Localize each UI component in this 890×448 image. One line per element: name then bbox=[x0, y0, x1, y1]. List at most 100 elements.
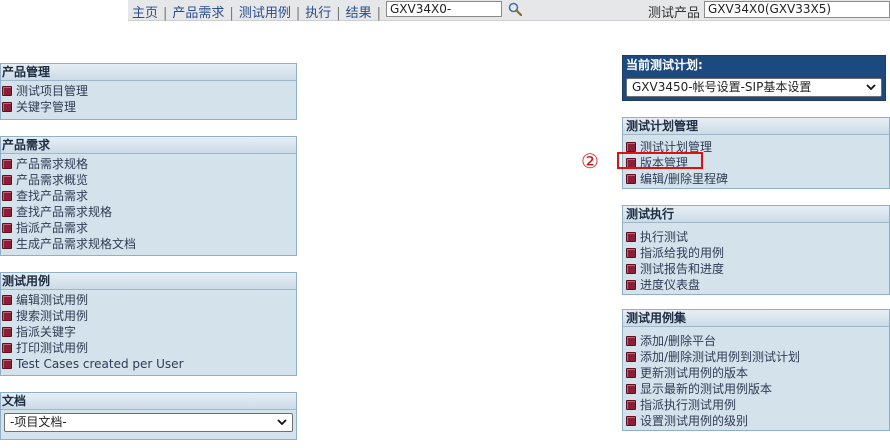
bullet-icon bbox=[626, 384, 636, 394]
bullet-icon bbox=[626, 142, 636, 152]
list-item: 搜索测试用例 bbox=[1, 308, 296, 324]
nav-requirements-link[interactable]: 产品需求 bbox=[172, 6, 224, 21]
nav-separator: | bbox=[336, 6, 341, 21]
requirements-panel: 产品需求 产品需求规格 产品需求概览 查找产品需求 查找产品需求规格 指派产品需… bbox=[0, 136, 297, 256]
highlight-box bbox=[617, 152, 703, 169]
nav-results-link[interactable]: 结果 bbox=[346, 6, 372, 21]
list-item: 进度仪表盘 bbox=[623, 277, 889, 293]
search-icon[interactable] bbox=[508, 2, 522, 16]
bullet-icon bbox=[2, 159, 12, 169]
product-label: 测试产品 bbox=[648, 6, 701, 21]
bullet-icon bbox=[626, 232, 636, 242]
bullet-icon bbox=[626, 368, 636, 378]
list-item: 显示最新的测试用例版本 bbox=[623, 381, 889, 397]
bullet-icon bbox=[2, 86, 12, 96]
list-item: 关键字管理 bbox=[1, 99, 296, 115]
list-item: 指派关键字 bbox=[1, 324, 296, 340]
bullet-icon bbox=[2, 295, 12, 305]
bullet-icon bbox=[2, 191, 12, 201]
panel-title: 文档 bbox=[1, 393, 296, 410]
menu-link-execute-tests[interactable]: 执行测试 bbox=[640, 230, 688, 244]
bullet-icon bbox=[2, 239, 12, 249]
list-item: 测试报告和进度 bbox=[623, 261, 889, 277]
nav-separator: | bbox=[376, 6, 382, 21]
menu-link-requirement-overview[interactable]: 产品需求概览 bbox=[16, 173, 88, 187]
nav-home-link[interactable]: 主页 bbox=[132, 6, 158, 21]
menu-link-assign-requirement[interactable]: 指派产品需求 bbox=[16, 221, 88, 235]
chevron-down-icon bbox=[866, 84, 876, 91]
menu-link-testcases-per-user[interactable]: Test Cases created per User bbox=[16, 357, 184, 371]
menu-link-generate-requirement-doc[interactable]: 生成产品需求规格文档 bbox=[16, 237, 136, 251]
menu-link-set-testcase-priority[interactable]: 设置测试用例的级别 bbox=[640, 414, 748, 428]
bullet-icon bbox=[626, 400, 636, 410]
panel-title: 测试用例集 bbox=[623, 310, 889, 327]
project-docs-select[interactable]: -项目文档- bbox=[4, 413, 293, 432]
documents-panel: 文档 -项目文档- bbox=[0, 392, 297, 440]
testcase-search-input[interactable]: GXV34X0- bbox=[386, 1, 502, 17]
execution-panel: 测试执行 执行测试 指派给我的用例 测试报告和进度 进度仪表盘 bbox=[622, 205, 890, 295]
panel-title: 当前测试计划: bbox=[626, 58, 703, 72]
menu-link-update-testcase-version[interactable]: 更新测试用例的版本 bbox=[640, 366, 748, 380]
bullet-icon bbox=[2, 327, 12, 337]
list-item: 添加/删除平台 bbox=[623, 333, 889, 349]
nav-testcases-link[interactable]: 测试用例 bbox=[239, 6, 291, 21]
nav-separator: | bbox=[229, 6, 234, 21]
nav-execution-link[interactable]: 执行 bbox=[305, 6, 331, 21]
list-item: 指派给我的用例 bbox=[623, 245, 889, 261]
list-item: 编辑测试用例 bbox=[1, 292, 296, 308]
bullet-icon bbox=[2, 175, 12, 185]
menu-link-dashboard[interactable]: 进度仪表盘 bbox=[640, 278, 700, 292]
bullet-icon bbox=[626, 336, 636, 346]
menu-link-add-remove-testcase-to-plan[interactable]: 添加/删除测试用例到测试计划 bbox=[640, 350, 800, 364]
chevron-down-icon bbox=[277, 419, 287, 426]
menu-link-show-latest-version[interactable]: 显示最新的测试用例版本 bbox=[640, 382, 772, 396]
select-value: GXV3450-帐号设置-SIP基本设置 bbox=[632, 80, 812, 94]
menu-link-assign-execution[interactable]: 指派执行测试用例 bbox=[640, 398, 736, 412]
list-item: 编辑/删除里程碑 bbox=[623, 171, 889, 187]
bullet-icon bbox=[626, 280, 636, 290]
list-item: 测试项目管理 bbox=[1, 83, 296, 99]
panel-title: 产品管理 bbox=[1, 64, 296, 81]
list-item: 产品需求规格 bbox=[1, 156, 296, 172]
product-management-panel: 产品管理 测试项目管理 关键字管理 bbox=[0, 63, 297, 120]
menu-link-edit-testcase[interactable]: 编辑测试用例 bbox=[16, 293, 88, 307]
menu-link-find-requirement[interactable]: 查找产品需求 bbox=[16, 189, 88, 203]
menu-link-add-remove-platform[interactable]: 添加/删除平台 bbox=[640, 334, 716, 348]
current-plan-panel: 当前测试计划: GXV3450-帐号设置-SIP基本设置 bbox=[622, 55, 886, 101]
panel-title: 测试用例 bbox=[1, 273, 296, 290]
bullet-icon bbox=[2, 311, 12, 321]
list-item: 添加/删除测试用例到测试计划 bbox=[623, 349, 889, 365]
list-item: 更新测试用例的版本 bbox=[623, 365, 889, 381]
menu-link-find-requirement-spec[interactable]: 查找产品需求规格 bbox=[16, 205, 112, 219]
list-item: 设置测试用例的级别 bbox=[623, 413, 889, 429]
list-item: Test Cases created per User bbox=[1, 356, 296, 372]
menu-link-keyword-management[interactable]: 关键字管理 bbox=[16, 100, 76, 114]
menu-link-search-testcase[interactable]: 搜索测试用例 bbox=[16, 309, 88, 323]
bullet-icon bbox=[2, 343, 12, 353]
menu-link-edit-milestone[interactable]: 编辑/删除里程碑 bbox=[640, 172, 728, 186]
list-item: 生成产品需求规格文档 bbox=[1, 236, 296, 252]
list-item: 指派产品需求 bbox=[1, 220, 296, 236]
bullet-icon bbox=[2, 207, 12, 217]
current-plan-select[interactable]: GXV3450-帐号设置-SIP基本设置 bbox=[626, 78, 882, 97]
bullet-icon bbox=[626, 174, 636, 184]
list-item: 执行测试 bbox=[623, 229, 889, 245]
list-item: 打印测试用例 bbox=[1, 340, 296, 356]
main-nav: 主页 | 产品需求 | 测试用例 | 执行 | 结果 | bbox=[132, 2, 386, 21]
panel-title: 产品需求 bbox=[1, 137, 296, 154]
test-suite-panel: 测试用例集 添加/删除平台 添加/删除测试用例到测试计划 更新测试用例的版本 显… bbox=[622, 309, 890, 431]
nav-separator: | bbox=[295, 6, 301, 21]
menu-link-print-testcase[interactable]: 打印测试用例 bbox=[16, 341, 88, 355]
menu-link-requirement-spec[interactable]: 产品需求规格 bbox=[16, 157, 88, 171]
menu-link-assign-keyword[interactable]: 指派关键字 bbox=[16, 325, 76, 339]
list-item: 查找产品需求 bbox=[1, 188, 296, 204]
product-select[interactable]: GXV34X0(GXV33X5) bbox=[704, 1, 890, 18]
menu-link-test-project-management[interactable]: 测试项目管理 bbox=[16, 84, 88, 98]
menu-link-test-reports[interactable]: 测试报告和进度 bbox=[640, 262, 724, 276]
nav-separator: | bbox=[163, 6, 168, 21]
bullet-icon bbox=[626, 248, 636, 258]
list-item: 产品需求概览 bbox=[1, 172, 296, 188]
list-item: 指派执行测试用例 bbox=[623, 397, 889, 413]
bullet-icon bbox=[2, 102, 12, 112]
menu-link-assigned-to-me[interactable]: 指派给我的用例 bbox=[640, 246, 724, 260]
